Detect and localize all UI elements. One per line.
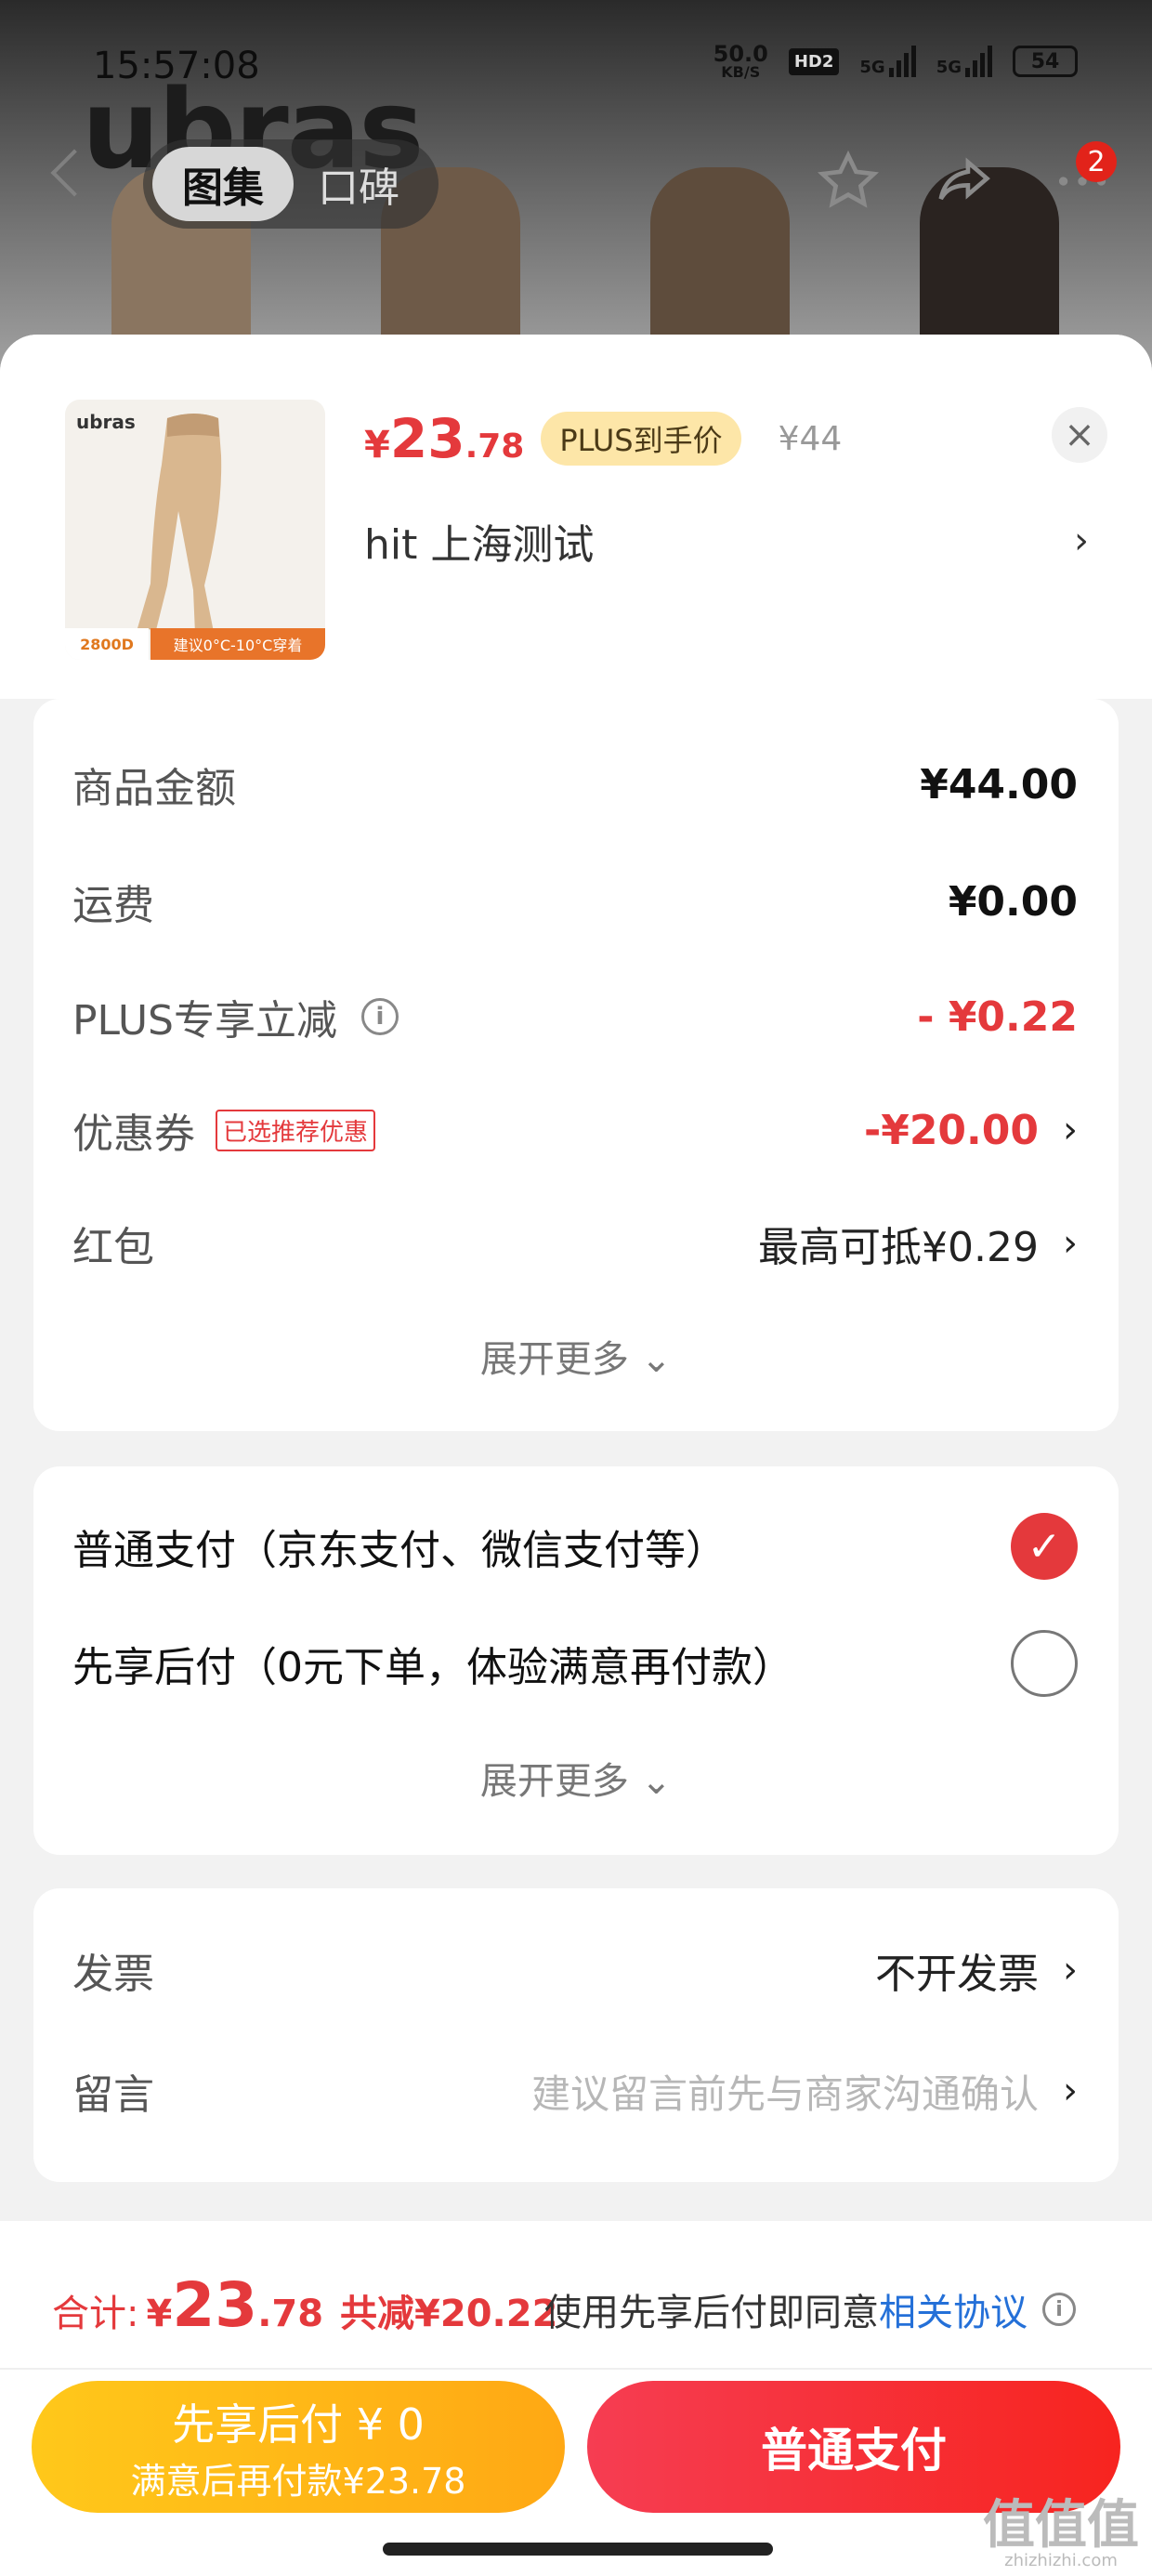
row-invoice[interactable]: 发票 不开发票 › (72, 1940, 1078, 2000)
plus-price-badge: PLUS到手价 (541, 412, 741, 466)
pay-now-button[interactable]: 普通支付 (587, 2381, 1120, 2513)
status-bar: 15:57:08 50.0 KB/S HD2 5G 5G 54 (0, 37, 1152, 102)
saved-amount: 共减¥20.22 (340, 2293, 558, 2335)
close-button[interactable]: × (1052, 407, 1107, 463)
favorite-star-icon[interactable] (816, 149, 881, 214)
home-indicator[interactable] (383, 2543, 773, 2556)
top-nav-icons (816, 149, 1115, 214)
extras-card: 发票 不开发票 › 留言 建议留言前先与商家沟通确认 › (33, 1888, 1119, 2182)
spec-text: hit 上海测试 (364, 521, 595, 569)
chevron-right-icon: › (1063, 2070, 1078, 2112)
message-placeholder[interactable]: 建议留言前先与商家沟通确认 (531, 2063, 1039, 2120)
notification-badge: 2 (1076, 141, 1117, 182)
original-price: ¥44 (778, 419, 843, 458)
battery-icon: 54 (1013, 46, 1078, 77)
radio-empty-icon[interactable] (1011, 1630, 1078, 1697)
share-icon[interactable] (933, 149, 998, 214)
expand-more-button[interactable]: 展开更多 ⌄ (33, 1329, 1119, 1383)
pay-option-normal[interactable]: 普通支付（京东支付、微信支付等） ✓ (72, 1513, 1078, 1580)
expand-more-button[interactable]: 展开更多 ⌄ (33, 1751, 1119, 1805)
chevron-right-icon: › (1063, 1949, 1078, 1991)
signal-icon-2: 5G (936, 46, 992, 77)
hd-icon: HD2 (788, 47, 840, 75)
tab-gallery[interactable]: 图集 (152, 147, 294, 221)
chevron-right-icon: › (1063, 1222, 1078, 1265)
agreement-link[interactable]: 相关协议 (879, 2282, 1028, 2336)
payment-card: 普通支付（京东支付、微信支付等） ✓ 先享后付（0元下单，体验满意再付款） 展开… (33, 1466, 1119, 1855)
row-plus-discount: PLUS专享立减 i - ¥0.22 (72, 992, 1078, 1045)
pay-later-button[interactable]: 先享后付 ¥ 0 满意后再付款¥23.78 (32, 2381, 565, 2513)
info-icon[interactable]: i (1042, 2293, 1076, 2326)
row-shipping: 运费 ¥0.00 (72, 877, 1078, 930)
price-row: ¥ 23 .78 PLUS到手价 ¥44 (364, 407, 842, 470)
agreement-text: 使用先享后付即同意 相关协议 i (544, 2282, 1076, 2336)
cost-rows: 商品金额 ¥44.00 运费 ¥0.00 PLUS专享立减 i - ¥0.22 … (33, 699, 1119, 1431)
signal-icon-1: 5G (859, 46, 916, 77)
stockings-illustration (137, 414, 222, 634)
checkmark-icon[interactable]: ✓ (1011, 1513, 1078, 1580)
row-goods-amount: 商品金额 ¥44.00 (72, 760, 1078, 813)
row-message[interactable]: 留言 建议留言前先与商家沟通确认 › (72, 2061, 1078, 2121)
recommended-tag: 已选推荐优惠 (216, 1109, 376, 1151)
status-icons: 50.0 KB/S HD2 5G 5G 54 (713, 43, 1078, 80)
status-time: 15:57:08 (93, 45, 260, 87)
pay-option-later[interactable]: 先享后付（0元下单，体验满意再付款） (72, 1630, 1078, 1697)
divider (0, 2368, 1152, 2370)
row-red-packet[interactable]: 红包 最高可抵¥0.29 › (72, 1214, 1078, 1273)
row-coupon[interactable]: 优惠券 已选推荐优惠 -¥20.00 › (72, 1100, 1078, 1160)
plus-price: ¥ 23 .78 (364, 407, 525, 470)
total-summary: 合计: ¥ 23 .78 共减¥20.22 (52, 2269, 558, 2341)
thumbnail-tag-denier: 2800D (65, 628, 149, 660)
chevron-down-icon: ⌄ (640, 1338, 673, 1381)
product-thumbnail[interactable]: ubras 2800D 建议0°C-10°C穿着 (65, 400, 325, 660)
watermark-logo: 值值值 zhizhizhi.com (983, 2495, 1139, 2570)
spec-selector[interactable]: hit 上海测试 › (364, 511, 1089, 571)
thumbnail-tag-temp: 建议0°C-10°C穿着 (151, 628, 325, 660)
gallery-tabs: 图集 口碑 (143, 139, 439, 229)
tab-reviews[interactable]: 口碑 (294, 147, 424, 221)
chevron-right-icon: › (1074, 519, 1089, 562)
net-speed: 50.0 KB/S (713, 41, 768, 81)
chevron-down-icon: ⌄ (640, 1760, 673, 1803)
product-summary: ubras 2800D 建议0°C-10°C穿着 ¥ 23 .78 PLUS到手… (0, 335, 1152, 699)
info-icon[interactable]: i (361, 998, 399, 1035)
chevron-right-icon: › (1063, 1109, 1078, 1151)
checkout-bar: 合计: ¥ 23 .78 共减¥20.22 使用先享后付即同意 相关协议 i 先… (0, 2221, 1152, 2576)
